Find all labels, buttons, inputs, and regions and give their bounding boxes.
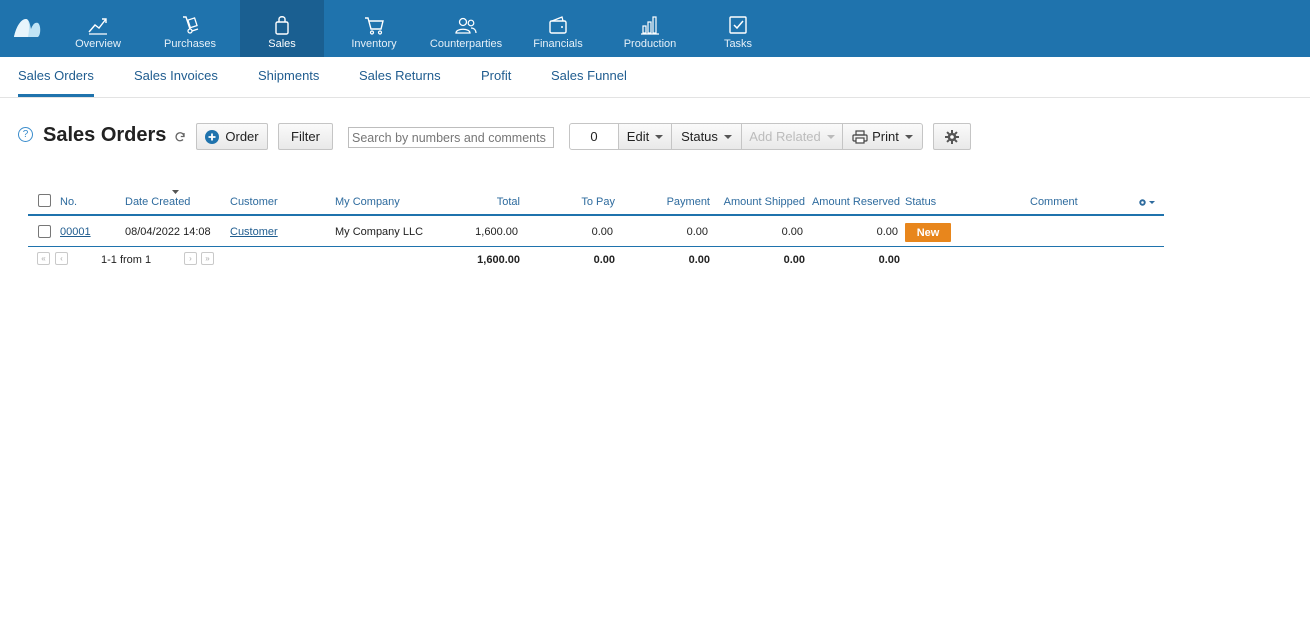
column-header-amount-shipped[interactable]: Amount Shipped [715,196,805,208]
nav-overview[interactable]: Overview [66,0,130,57]
print-dropdown-button[interactable]: Print [842,123,923,150]
checkbox-icon [727,14,749,36]
next-page-button[interactable]: › [184,252,197,265]
add-related-dropdown-button[interactable]: Add Related [741,123,843,150]
tab-sales-invoices[interactable]: Sales Invoices [134,68,218,83]
chevron-down-icon [904,134,913,139]
active-tab-indicator [18,94,94,97]
order-number-link[interactable]: 00001 [60,226,91,238]
prev-page-button[interactable]: ‹ [55,252,68,265]
customer-link[interactable]: Customer [230,226,278,238]
column-header-to-pay[interactable]: To Pay [535,196,615,208]
filter-button[interactable]: Filter [278,123,333,150]
chevron-down-icon [723,134,732,139]
table-footer-divider [28,246,1164,247]
wallet-icon [547,14,569,36]
nav-label: Overview [75,38,121,50]
tab-sales-orders[interactable]: Sales Orders [18,68,94,83]
add-related-button-label: Add Related [749,129,821,144]
nav-label: Sales [268,38,296,50]
pagination-info: 1-1 from 1 [101,254,152,266]
first-page-button[interactable]: « [37,252,50,265]
top-navigation: Overview Purchases Sales Inventory Count… [0,0,1310,57]
footer-to-pay: 0.00 [593,254,615,266]
column-header-comment[interactable]: Comment [1030,196,1078,208]
footer-total: 1,600.00 [477,254,520,266]
tab-sales-returns[interactable]: Sales Returns [359,68,441,83]
status-badge[interactable]: New [905,223,951,242]
nav-label: Counterparties [429,38,503,50]
cell-date-created: 08/04/2022 14:08 [125,226,211,238]
plus-circle-icon [205,129,220,144]
chevron-down-icon [1149,201,1155,204]
add-order-button[interactable]: Order [196,123,268,150]
nav-purchases[interactable]: Purchases [156,0,224,57]
cell-total: 1,600.00 [475,226,518,238]
last-page-button[interactable]: » [201,252,214,265]
nav-tasks[interactable]: Tasks [712,0,764,57]
cell-to-pay: 0.00 [591,226,613,238]
help-icon[interactable]: ? [18,127,33,142]
column-header-payment[interactable]: Payment [630,196,710,208]
cell-my-company: My Company LLC [335,226,424,238]
bar-chart-icon [639,14,661,36]
cart-icon [363,14,385,36]
printer-icon [852,129,868,144]
nav-production[interactable]: Production [616,0,684,57]
nav-financials[interactable]: Financials [526,0,590,57]
table-header-divider [28,214,1164,216]
footer-amount-reserved: 0.00 [878,254,900,266]
nav-label: Production [623,38,677,50]
column-header-amount-reserved[interactable]: Amount Reserved [805,196,900,208]
cell-amount-shipped: 0.00 [781,226,803,238]
nav-sales[interactable]: Sales [240,0,324,57]
selected-count-value: 0 [590,129,598,144]
nav-label: Inventory [351,38,397,50]
column-header-status[interactable]: Status [905,196,936,208]
column-settings-button[interactable] [1138,198,1155,207]
settings-button[interactable] [933,123,971,150]
cell-amount-reserved: 0.00 [876,226,898,238]
select-all-checkbox[interactable] [38,194,51,207]
edit-dropdown-button[interactable]: Edit [618,123,672,150]
column-header-my-company[interactable]: My Company [335,196,400,208]
chevron-down-icon [826,134,835,139]
column-header-no[interactable]: No. [60,196,77,208]
page-title: Sales Orders [43,124,167,146]
people-icon [454,14,478,36]
nav-label: Tasks [723,38,753,50]
status-button-label: Status [681,129,718,144]
column-header-total[interactable]: Total [440,196,520,208]
tab-profit[interactable]: Profit [481,68,511,83]
print-button-label: Print [872,129,899,144]
nav-counterparties[interactable]: Counterparties [424,0,508,57]
column-header-customer[interactable]: Customer [230,196,278,208]
nav-label: Financials [533,38,583,50]
footer-payment: 0.00 [688,254,710,266]
filter-button-label: Filter [291,129,320,144]
hand-truck-icon [179,14,201,36]
footer-amount-shipped: 0.00 [783,254,805,266]
gear-icon [1139,199,1146,206]
chart-line-icon [87,14,109,36]
sort-desc-icon [172,190,179,194]
order-button-label: Order [225,129,259,144]
column-header-date-created[interactable]: Date Created [125,196,190,208]
status-dropdown-button[interactable]: Status [671,123,742,150]
tab-shipments[interactable]: Shipments [258,68,319,83]
tab-sales-funnel[interactable]: Sales Funnel [551,68,627,83]
gear-icon [945,129,959,144]
nav-label: Purchases [164,38,216,50]
app-logo[interactable] [12,15,42,39]
selected-count: 0 [569,123,619,150]
nav-inventory[interactable]: Inventory [341,0,407,57]
row-checkbox[interactable] [38,225,51,238]
shopping-bag-icon [272,14,292,36]
chevron-down-icon [655,134,664,139]
cell-payment: 0.00 [686,226,708,238]
search-input[interactable] [348,127,554,148]
refresh-icon[interactable] [174,131,186,143]
edit-button-label: Edit [626,129,650,144]
